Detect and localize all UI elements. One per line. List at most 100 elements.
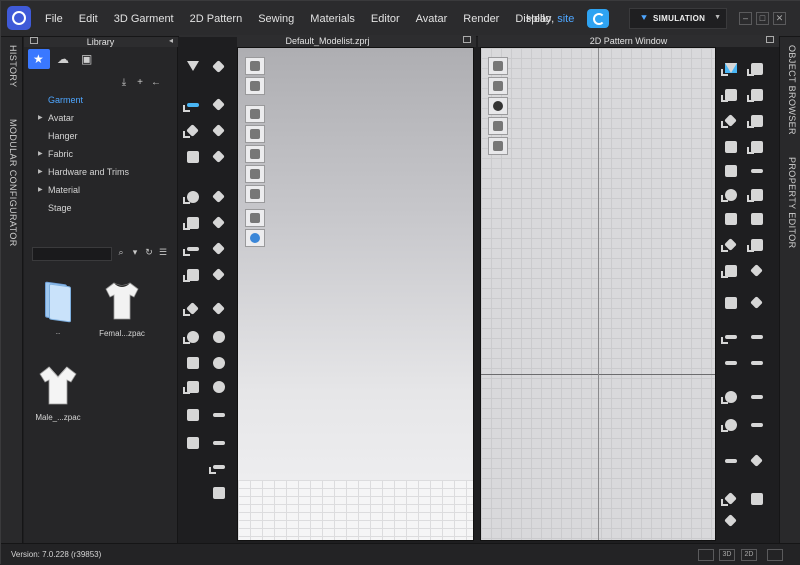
edit-curve-icon[interactable]	[721, 85, 741, 105]
username-link[interactable]: site	[557, 13, 574, 25]
menu-avatar[interactable]: Avatar	[408, 13, 456, 25]
pleat-icon[interactable]	[721, 209, 741, 229]
view-mode-single-button[interactable]	[698, 549, 714, 561]
zipper-icon[interactable]	[209, 239, 229, 259]
refresh-icon[interactable]: ↻	[142, 247, 156, 258]
view-mode-3d-button[interactable]: 3D	[719, 549, 735, 561]
menu-render[interactable]: Render	[455, 13, 507, 25]
text-annotation-icon[interactable]	[721, 387, 741, 407]
trim-pattern-icon[interactable]	[747, 489, 767, 509]
tailor-tack-icon[interactable]	[209, 299, 229, 319]
tab-property-editor[interactable]: PROPERTY EDITOR	[787, 157, 797, 249]
tab-cloud-library[interactable]: ☁	[52, 49, 74, 69]
measure-icon[interactable]	[209, 213, 229, 233]
2d-window-popout-icon[interactable]	[766, 36, 774, 43]
tab-clipboard[interactable]: ▣	[76, 49, 98, 69]
close-icon[interactable]: ✕	[773, 12, 786, 25]
search-icon[interactable]: ⌕	[114, 247, 128, 258]
avatar-fit-icon[interactable]	[183, 327, 203, 347]
back-icon[interactable]: ←	[148, 77, 164, 88]
steam-icon[interactable]	[209, 121, 229, 141]
simulation-button[interactable]: ⯆ SIMULATION ▼	[629, 8, 727, 29]
menu-sewing[interactable]: Sewing	[250, 13, 302, 25]
gather-icon[interactable]	[209, 377, 229, 397]
sewing-icon[interactable]	[721, 235, 741, 255]
grading-icon[interactable]	[721, 451, 741, 471]
gizmo-move-icon[interactable]	[183, 121, 203, 141]
add-point-icon[interactable]	[721, 111, 741, 131]
curvature-icon[interactable]	[747, 85, 767, 105]
menu-file[interactable]: File	[37, 13, 71, 25]
view-mode-split-button[interactable]	[767, 549, 783, 561]
physical-property-icon[interactable]	[721, 511, 741, 531]
download-icon[interactable]: ⤓	[116, 77, 132, 88]
tuck-icon[interactable]	[183, 147, 203, 167]
menu-3d-garment[interactable]: 3D Garment	[106, 13, 182, 25]
strengthen-icon[interactable]	[209, 187, 229, 207]
simulation-pose-icon[interactable]	[209, 57, 229, 77]
polygon-icon[interactable]	[721, 137, 741, 157]
3d-window-popout-icon[interactable]	[463, 36, 471, 43]
pin-icon[interactable]	[209, 147, 229, 167]
shirt-fold-icon[interactable]	[183, 433, 203, 453]
fit-map-icon[interactable]	[183, 213, 203, 233]
menu-editor[interactable]: Editor	[363, 13, 408, 25]
tree-item-stage[interactable]: Stage	[24, 199, 178, 217]
expand-arrow-icon[interactable]: ▶	[38, 181, 43, 199]
menu-edit[interactable]: Edit	[71, 13, 106, 25]
button-icon[interactable]	[209, 327, 229, 347]
tape-icon[interactable]	[209, 265, 229, 285]
pen-icon[interactable]	[488, 57, 508, 75]
font-edit-icon[interactable]	[721, 415, 741, 435]
dart-icon[interactable]	[721, 185, 741, 205]
minimize-icon[interactable]: –	[739, 12, 752, 25]
stitch-icon[interactable]	[747, 387, 767, 407]
edit-pattern-icon[interactable]	[747, 59, 767, 79]
tree-item-fabric[interactable]: ▶ Fabric	[24, 145, 178, 163]
cloud-sync-icon[interactable]	[587, 9, 609, 28]
hanger-icon[interactable]	[183, 377, 203, 397]
list-view-icon[interactable]: ☰	[156, 247, 170, 258]
avatar-measure-icon[interactable]	[183, 353, 203, 373]
puckering-icon[interactable]	[721, 489, 741, 509]
pattern-piece-icon[interactable]	[488, 117, 508, 135]
ruler-pin-icon[interactable]	[183, 265, 203, 285]
fold-icon[interactable]	[747, 209, 767, 229]
trace-icon[interactable]	[747, 185, 767, 205]
internal-polygon-icon[interactable]	[747, 161, 767, 181]
surface-view-icon[interactable]	[245, 185, 265, 203]
expand-arrow-icon[interactable]: ▶	[38, 163, 43, 181]
zigzag-line-icon[interactable]	[747, 415, 767, 435]
tree-item-material[interactable]: ▶ Material	[24, 181, 178, 199]
topstitch-icon[interactable]	[209, 457, 229, 477]
file-item-parent-folder[interactable]: ..	[26, 281, 90, 336]
sewing-view-icon[interactable]	[488, 77, 508, 95]
grid-line-icon[interactable]	[721, 353, 741, 373]
lock-icon[interactable]	[488, 137, 508, 155]
brush-icon[interactable]	[183, 299, 203, 319]
transform-pattern-icon[interactable]	[721, 59, 741, 79]
free-sewing-icon[interactable]	[747, 235, 767, 255]
menu-2d-pattern[interactable]: 2D Pattern	[182, 13, 251, 25]
tab-modular-configurator[interactable]: MODULAR CONFIGURATOR	[8, 119, 18, 247]
expand-arrow-icon[interactable]: ▶	[38, 145, 43, 163]
app-logo-icon[interactable]	[7, 6, 31, 30]
avatar-view-icon[interactable]	[245, 145, 265, 163]
cut-icon[interactable]	[183, 239, 203, 259]
rectangle-icon[interactable]	[747, 137, 767, 157]
fold-arrange-icon[interactable]	[209, 95, 229, 115]
simulation-dropdown-icon[interactable]: ▼	[714, 14, 721, 21]
fabric-swatch-icon[interactable]	[209, 483, 229, 503]
globe-icon[interactable]	[245, 229, 265, 247]
info-icon[interactable]	[488, 97, 508, 115]
m-n-segment-icon[interactable]	[747, 261, 767, 281]
notch-icon[interactable]	[747, 353, 767, 373]
tree-item-hardware-and-trims[interactable]: ▶ Hardware and Trims	[24, 163, 178, 181]
cut-pattern-icon[interactable]	[747, 111, 767, 131]
add-icon[interactable]: +	[132, 77, 148, 88]
file-item-female-tshirt[interactable]: Femal...zpac	[90, 279, 154, 338]
library-search-input[interactable]	[32, 247, 112, 261]
library-collapse-icon[interactable]: ◂	[169, 36, 173, 45]
file-item-male-tshirt[interactable]: Male_...zpac	[26, 363, 90, 422]
avatar-hide-icon[interactable]	[245, 209, 265, 227]
